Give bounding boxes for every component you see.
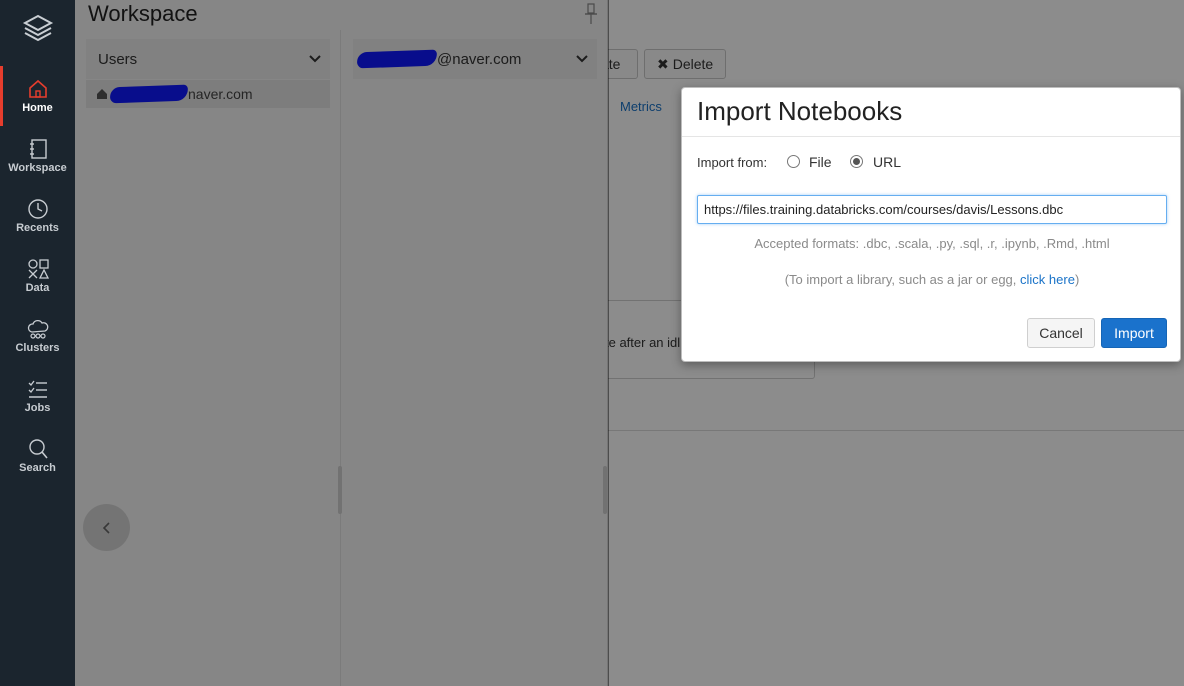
url-radio[interactable] bbox=[850, 155, 863, 168]
data-shapes-icon bbox=[27, 259, 49, 279]
panel-backdrop bbox=[75, 0, 609, 686]
checklist-icon bbox=[28, 380, 47, 398]
import-button[interactable]: Import bbox=[1101, 318, 1167, 348]
nav-item-home[interactable]: Home bbox=[0, 66, 75, 136]
file-radio-label[interactable]: File bbox=[809, 154, 832, 170]
nav-item-label: Jobs bbox=[24, 402, 51, 414]
nav-item-label: Recents bbox=[16, 222, 59, 234]
nav-item-clusters[interactable]: Clusters bbox=[0, 318, 75, 376]
library-note-suffix: ) bbox=[1074, 272, 1080, 287]
cancel-button[interactable]: Cancel bbox=[1027, 318, 1095, 348]
databricks-logo-icon[interactable] bbox=[22, 12, 54, 46]
nav-item-recents[interactable]: Recents bbox=[0, 198, 75, 256]
home-icon bbox=[28, 79, 47, 98]
left-nav: Home Workspace Recents Data Clusters Job… bbox=[0, 0, 75, 686]
cloud-icon bbox=[27, 319, 48, 339]
nav-item-label: Home bbox=[22, 102, 53, 114]
file-radio[interactable] bbox=[787, 155, 800, 168]
clock-icon bbox=[27, 199, 48, 219]
import-from-label: Import from: bbox=[697, 155, 768, 170]
url-radio-label[interactable]: URL bbox=[873, 154, 901, 170]
nav-item-search[interactable]: Search bbox=[0, 438, 75, 496]
click-here-link[interactable]: click here bbox=[1020, 272, 1075, 287]
library-import-note: (To import a library, such as a jar or e… bbox=[682, 272, 1182, 287]
nav-item-label: Workspace bbox=[8, 162, 67, 174]
nav-item-data[interactable]: Data bbox=[0, 258, 75, 316]
accepted-formats-text: Accepted formats: .dbc, .scala, .py, .sq… bbox=[754, 236, 1110, 251]
nav-item-workspace[interactable]: Workspace bbox=[0, 138, 75, 196]
nav-item-jobs[interactable]: Jobs bbox=[0, 378, 75, 436]
nav-item-label: Data bbox=[25, 282, 50, 294]
library-note-prefix: (To import a library, such as a jar or e… bbox=[784, 272, 1021, 287]
notebook-icon bbox=[29, 139, 47, 159]
import-notebooks-dialog: Import Notebooks Import from: File URL A… bbox=[681, 87, 1181, 362]
url-input[interactable] bbox=[697, 195, 1167, 224]
divider bbox=[682, 136, 1180, 137]
nav-item-label: Search bbox=[19, 462, 56, 474]
nav-item-label: Clusters bbox=[15, 342, 60, 354]
dialog-title: Import Notebooks bbox=[697, 96, 903, 126]
search-icon bbox=[28, 439, 48, 459]
